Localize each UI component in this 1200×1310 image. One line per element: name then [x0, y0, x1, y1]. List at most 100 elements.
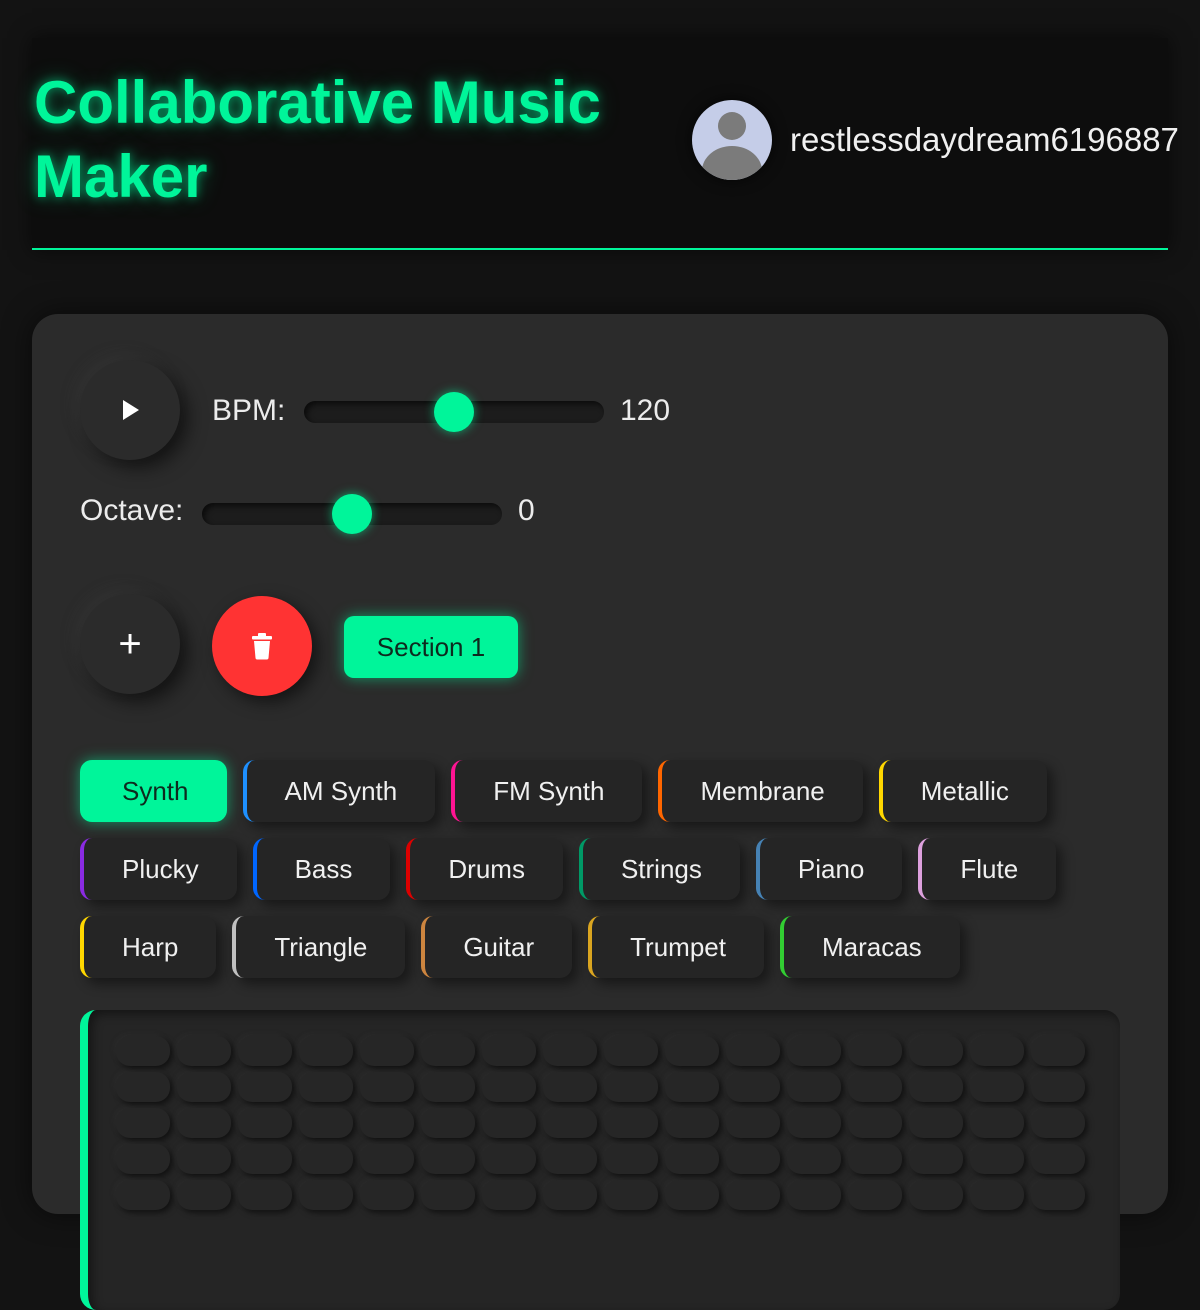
sequencer-step[interactable] [360, 1108, 414, 1138]
sequencer-step[interactable] [482, 1072, 536, 1102]
add-section-button[interactable]: + [80, 594, 180, 694]
avatar[interactable] [692, 100, 772, 180]
sequencer-step[interactable] [909, 1108, 963, 1138]
sequencer-step[interactable] [116, 1180, 170, 1210]
instrument-button-synth[interactable]: Synth [80, 760, 227, 822]
sequencer-step[interactable] [177, 1072, 231, 1102]
sequencer-step[interactable] [970, 1108, 1024, 1138]
sequencer-step[interactable] [1031, 1144, 1085, 1174]
instrument-button-guitar[interactable]: Guitar [421, 916, 573, 978]
octave-slider-thumb[interactable] [332, 494, 372, 534]
instrument-button-drums[interactable]: Drums [406, 838, 563, 900]
sequencer-step[interactable] [604, 1108, 658, 1138]
bpm-slider-thumb[interactable] [434, 392, 474, 432]
sequencer-step[interactable] [1031, 1072, 1085, 1102]
sequencer-step[interactable] [848, 1144, 902, 1174]
sequencer-step[interactable] [1031, 1108, 1085, 1138]
sequencer-step[interactable] [238, 1180, 292, 1210]
sequencer-step[interactable] [604, 1180, 658, 1210]
sequencer-step[interactable] [665, 1180, 719, 1210]
sequencer-step[interactable] [421, 1036, 475, 1066]
sequencer-step[interactable] [543, 1072, 597, 1102]
instrument-button-flute[interactable]: Flute [918, 838, 1057, 900]
sequencer-step[interactable] [665, 1036, 719, 1066]
play-button[interactable] [80, 360, 180, 460]
sequencer-step[interactable] [299, 1072, 353, 1102]
sequencer-step[interactable] [299, 1108, 353, 1138]
sequencer-step[interactable] [543, 1144, 597, 1174]
sequencer-step[interactable] [482, 1108, 536, 1138]
sequencer-step[interactable] [421, 1108, 475, 1138]
sequencer-step[interactable] [299, 1144, 353, 1174]
sequencer-step[interactable] [726, 1144, 780, 1174]
sequencer-step[interactable] [848, 1108, 902, 1138]
instrument-button-bass[interactable]: Bass [252, 838, 391, 900]
sequencer-step[interactable] [726, 1180, 780, 1210]
sequencer-step[interactable] [787, 1108, 841, 1138]
sequencer-step[interactable] [360, 1180, 414, 1210]
sequencer-step[interactable] [116, 1036, 170, 1066]
sequencer-step[interactable] [299, 1180, 353, 1210]
sequencer-step[interactable] [665, 1108, 719, 1138]
instrument-button-harp[interactable]: Harp [80, 916, 217, 978]
instrument-button-trumpet[interactable]: Trumpet [588, 916, 764, 978]
sequencer-step[interactable] [909, 1180, 963, 1210]
sequencer-step[interactable] [909, 1036, 963, 1066]
instrument-button-strings[interactable]: Strings [578, 838, 740, 900]
bpm-slider[interactable] [304, 392, 604, 432]
sequencer-step[interactable] [543, 1036, 597, 1066]
sequencer-step[interactable] [726, 1036, 780, 1066]
delete-section-button[interactable] [212, 596, 312, 696]
instrument-button-triangle[interactable]: Triangle [232, 916, 406, 978]
sequencer-step[interactable] [482, 1180, 536, 1210]
instrument-button-piano[interactable]: Piano [755, 838, 903, 900]
sequencer-step[interactable] [970, 1144, 1024, 1174]
sequencer-step[interactable] [360, 1036, 414, 1066]
sequencer-step[interactable] [848, 1180, 902, 1210]
sequencer-step[interactable] [299, 1036, 353, 1066]
sequencer-step[interactable] [848, 1036, 902, 1066]
sequencer-step[interactable] [360, 1072, 414, 1102]
instrument-button-membrane[interactable]: Membrane [658, 760, 863, 822]
instrument-button-maracas[interactable]: Maracas [779, 916, 960, 978]
sequencer-step[interactable] [116, 1144, 170, 1174]
sequencer-step[interactable] [177, 1108, 231, 1138]
sequencer-step[interactable] [848, 1072, 902, 1102]
sequencer-step[interactable] [238, 1108, 292, 1138]
sequencer-step[interactable] [970, 1180, 1024, 1210]
sequencer-step[interactable] [970, 1072, 1024, 1102]
sequencer-step[interactable] [421, 1072, 475, 1102]
sequencer-step[interactable] [970, 1036, 1024, 1066]
sequencer-step[interactable] [177, 1036, 231, 1066]
instrument-button-metallic[interactable]: Metallic [878, 760, 1047, 822]
octave-slider[interactable] [202, 494, 502, 534]
sequencer-step[interactable] [787, 1180, 841, 1210]
sequencer-step[interactable] [238, 1036, 292, 1066]
sequencer-step[interactable] [238, 1144, 292, 1174]
sequencer-step[interactable] [177, 1144, 231, 1174]
sequencer-step[interactable] [665, 1144, 719, 1174]
instrument-button-plucky[interactable]: Plucky [80, 838, 237, 900]
sequencer-step[interactable] [726, 1072, 780, 1102]
sequencer-step[interactable] [116, 1108, 170, 1138]
sequencer-step[interactable] [482, 1144, 536, 1174]
sequencer-step[interactable] [177, 1180, 231, 1210]
sequencer-step[interactable] [604, 1072, 658, 1102]
sequencer-step[interactable] [726, 1108, 780, 1138]
sequencer-step[interactable] [360, 1144, 414, 1174]
sequencer-step[interactable] [665, 1072, 719, 1102]
sequencer-step[interactable] [1031, 1036, 1085, 1066]
section-1-button[interactable]: Section 1 [344, 616, 518, 678]
instrument-button-fm-synth[interactable]: FM Synth [451, 760, 643, 822]
sequencer-step[interactable] [604, 1036, 658, 1066]
instrument-button-am-synth[interactable]: AM Synth [242, 760, 436, 822]
sequencer-step[interactable] [421, 1144, 475, 1174]
sequencer-step[interactable] [421, 1180, 475, 1210]
sequencer-step[interactable] [909, 1144, 963, 1174]
sequencer-step[interactable] [543, 1108, 597, 1138]
sequencer-step[interactable] [787, 1144, 841, 1174]
sequencer-step[interactable] [543, 1180, 597, 1210]
sequencer-step[interactable] [1031, 1180, 1085, 1210]
sequencer-step[interactable] [238, 1072, 292, 1102]
sequencer-step[interactable] [482, 1036, 536, 1066]
